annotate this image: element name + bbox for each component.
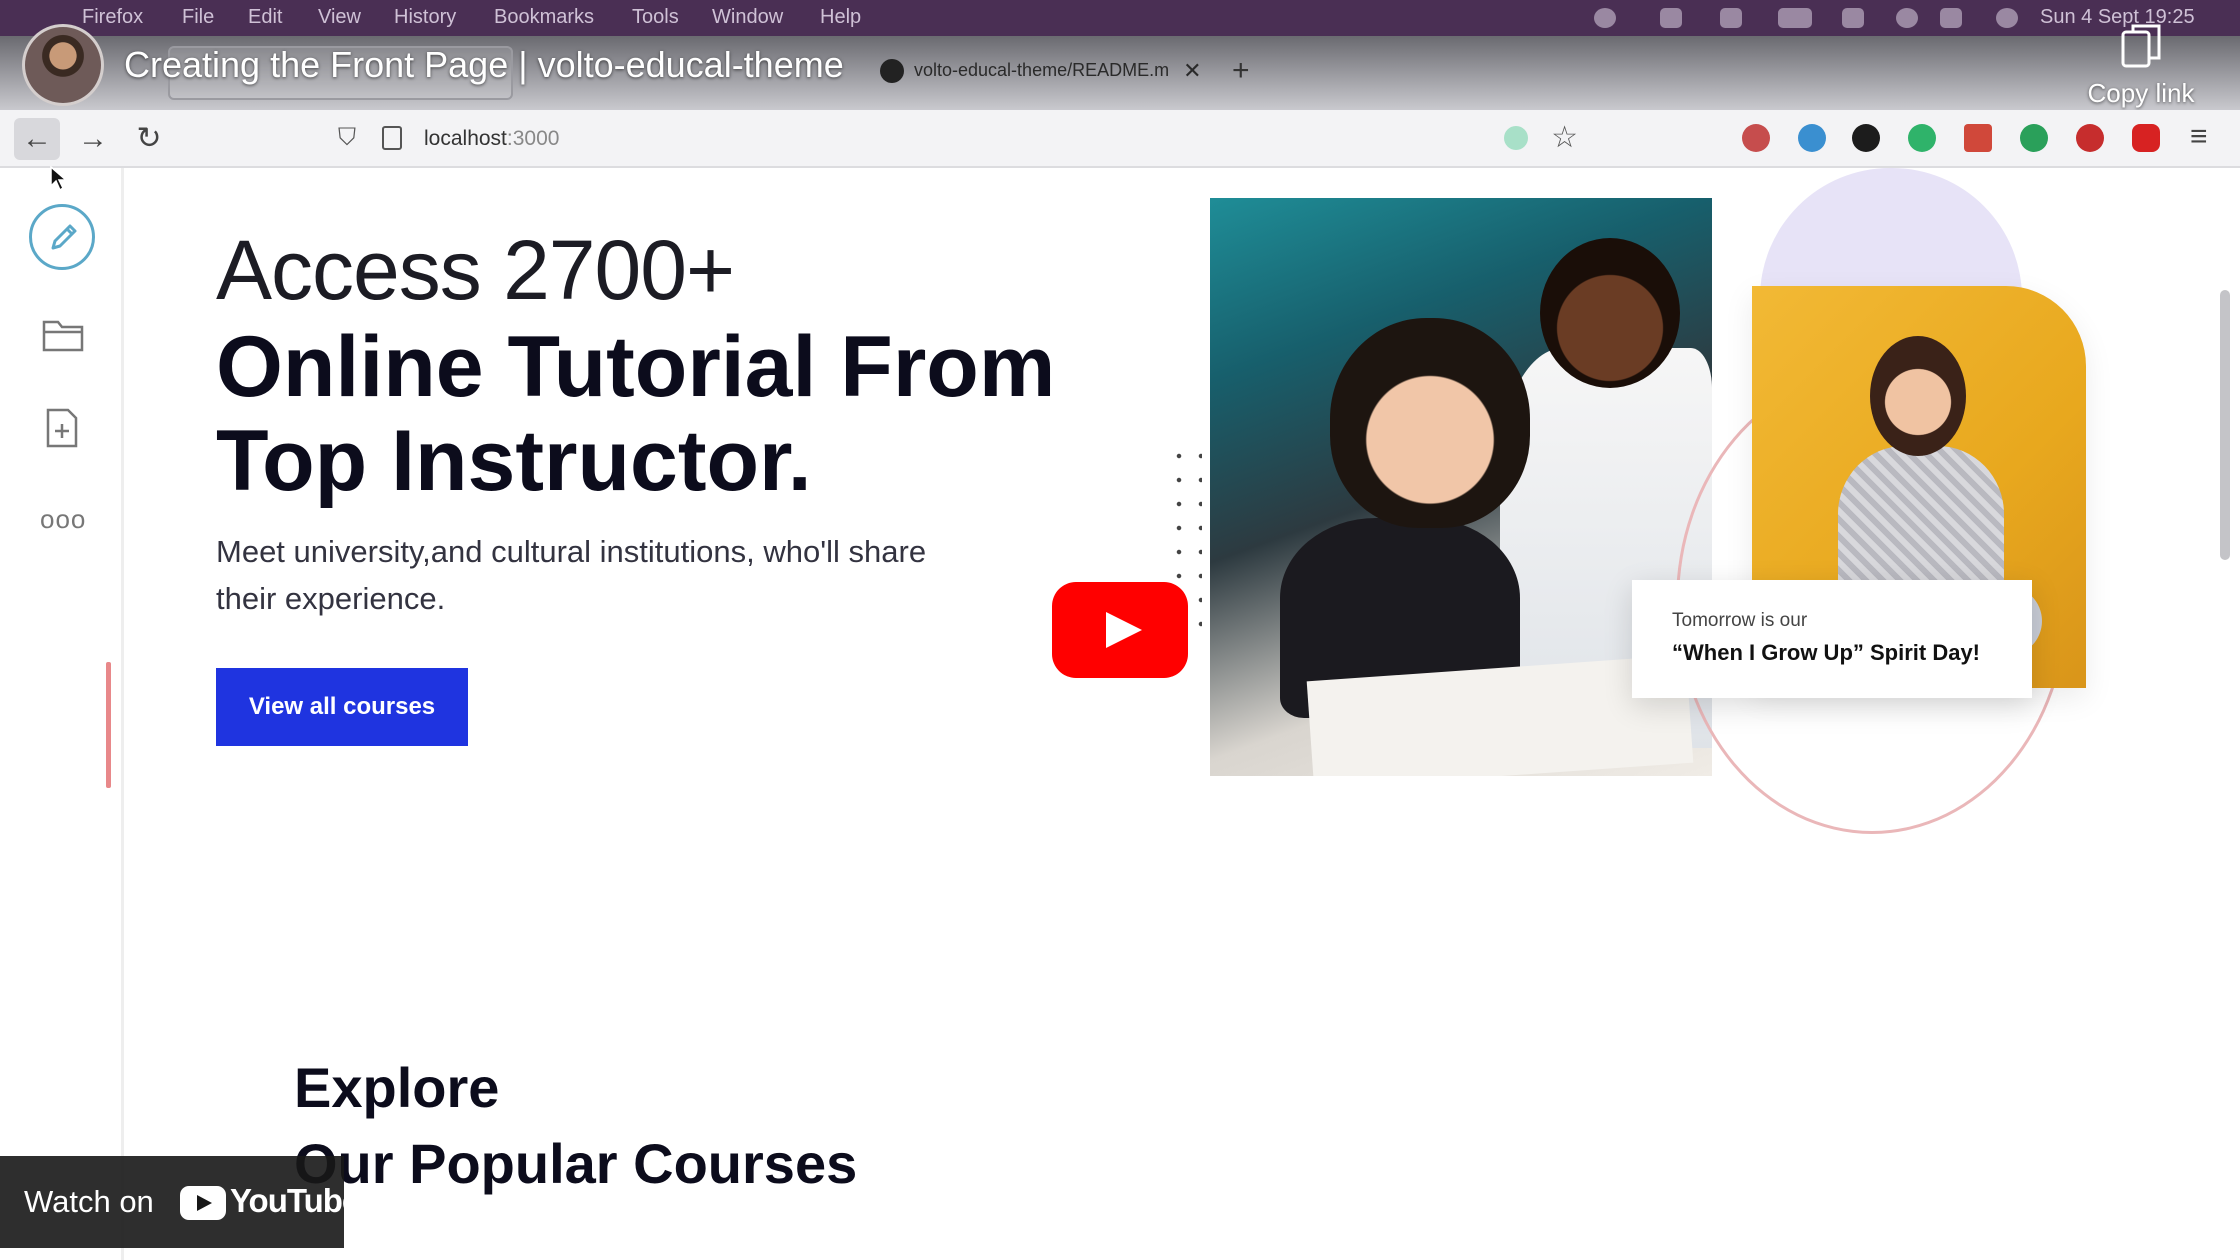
extension-leaf-icon[interactable] [2020, 124, 2048, 152]
edit-button[interactable] [29, 204, 95, 270]
address-bar[interactable]: ⛉ localhost:3000 ☆ [328, 118, 1578, 160]
extension-green-icon[interactable] [1908, 124, 1936, 152]
github-icon [880, 59, 904, 83]
extension-shield-icon[interactable] [2076, 124, 2104, 152]
page-info-icon[interactable] [382, 126, 402, 150]
view-all-courses-button[interactable]: View all courses [216, 668, 468, 746]
spotlight-search-icon[interactable] [1896, 8, 1918, 28]
spirit-day-card: Tomorrow is our “When I Grow Up” Spirit … [1632, 580, 2032, 698]
macos-menubar: Firefox File Edit View History Bookmarks… [0, 0, 2240, 36]
extension-red-square-icon[interactable] [1964, 124, 1992, 152]
copy-link-button[interactable]: Copy link [2076, 22, 2206, 109]
reload-button[interactable]: ↻ [126, 118, 172, 160]
pocket-icon[interactable] [1742, 124, 1770, 152]
forward-button[interactable]: → [70, 118, 116, 160]
screen: Firefox File Edit View History Bookmarks… [0, 0, 2240, 1260]
toolbar-indicator [106, 662, 111, 788]
menu-history[interactable]: History [394, 6, 456, 29]
shield-icon[interactable]: ⛉ [338, 124, 356, 152]
explore-line-1: Explore [294, 1056, 500, 1119]
watch-on-youtube-button[interactable]: Watch on YouTube [0, 1156, 360, 1248]
browser-nav-bar: ← → ↻ ⛉ localhost:3000 ☆ ≡ [0, 110, 2240, 168]
display-status-icon[interactable] [1720, 8, 1742, 28]
menu-help[interactable]: Help [820, 6, 861, 29]
close-tab-icon[interactable]: ✕ [1183, 58, 1201, 83]
copy-link-label: Copy link [2087, 78, 2195, 108]
hero-description: Meet university,and cultural institution… [216, 534, 927, 616]
hamburger-menu-icon[interactable]: ≡ [2190, 120, 2208, 154]
more-options-icon[interactable]: ooo [40, 504, 86, 535]
explore-heading: Explore Our Popular Courses [294, 1050, 857, 1202]
folder-icon[interactable] [42, 318, 84, 352]
bookmark-star-icon[interactable]: ☆ [1551, 120, 1578, 155]
video-title[interactable]: Creating the Front Page | volto-educal-t… [124, 44, 844, 86]
page-action-icon[interactable] [1504, 126, 1528, 150]
menu-view[interactable]: View [318, 6, 361, 29]
wifi-icon[interactable] [1842, 8, 1864, 28]
card-line-1: Tomorrow is our [1672, 610, 1808, 631]
battery-icon[interactable] [1778, 8, 1812, 28]
menu-bookmarks[interactable]: Bookmarks [494, 6, 594, 29]
mouse-cursor-icon [50, 166, 68, 192]
editor-toolbar: ooo [0, 168, 124, 1260]
menu-file[interactable]: File [182, 6, 214, 29]
photo-figure [1870, 336, 1966, 456]
siri-icon[interactable] [1996, 8, 2018, 28]
explore-line-2: Our Popular Courses [294, 1132, 858, 1195]
url-port: :3000 [506, 127, 560, 150]
watch-on-label: Watch on [24, 1184, 154, 1219]
cloud-status-icon[interactable] [1660, 8, 1682, 28]
youtube-logo-icon [180, 1186, 226, 1220]
control-center-icon[interactable] [1940, 8, 1962, 28]
hero-pretitle: Access 2700+ [216, 223, 735, 317]
menu-tools[interactable]: Tools [632, 6, 679, 29]
menu-edit[interactable]: Edit [248, 6, 282, 29]
youtube-play-button[interactable] [1052, 582, 1188, 678]
menu-window[interactable]: Window [712, 6, 783, 29]
url-host: localhost [424, 127, 507, 150]
channel-avatar[interactable] [22, 24, 104, 106]
record-status-icon[interactable] [1594, 8, 1616, 28]
add-document-icon[interactable] [46, 408, 78, 448]
menu-firefox[interactable]: Firefox [82, 6, 143, 29]
downloads-icon[interactable] [1798, 124, 1826, 152]
hero-title: Online Tutorial From Top Instructor. [216, 319, 1056, 509]
photo-figure [1540, 238, 1680, 388]
tab-readme[interactable]: volto-educal-theme/README.m ✕ [880, 58, 1202, 84]
url-text[interactable]: localhost:3000 [424, 127, 559, 151]
photo-figure [1330, 318, 1530, 528]
new-tab-button[interactable]: + [1232, 54, 1250, 88]
pencil-icon [51, 224, 77, 250]
tab-readme-label: volto-educal-theme/README.m [914, 59, 1170, 80]
page-scrollbar[interactable] [2220, 290, 2230, 560]
copy-icon [2121, 24, 2161, 68]
youtube-wordmark: YouTube [230, 1182, 360, 1219]
extension-dark-icon[interactable] [1852, 124, 1880, 152]
card-line-2: “When I Grow Up” Spirit Day! [1672, 640, 1981, 665]
extension-youtube-icon[interactable] [2132, 124, 2160, 152]
back-button[interactable]: ← [14, 118, 60, 160]
